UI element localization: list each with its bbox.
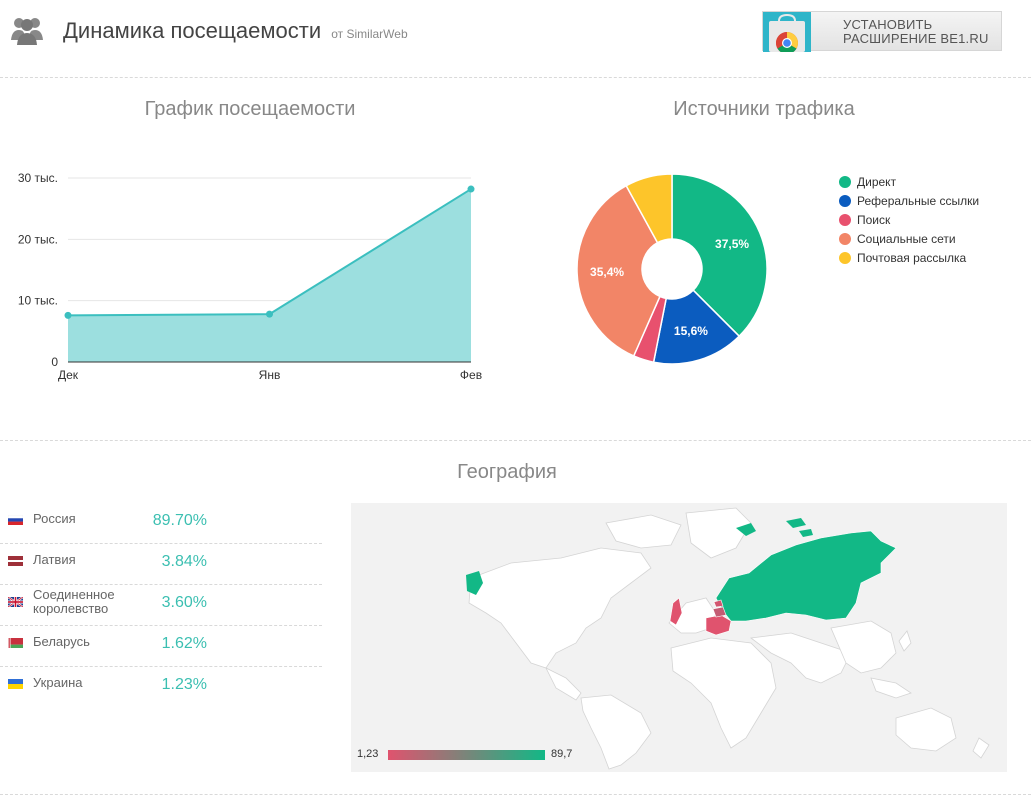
users-icon (11, 18, 43, 45)
scale-min-label: 1,23 (357, 748, 379, 760)
traffic-chart-title: График посещаемости (144, 98, 356, 120)
map-region-russia[interactable] (715, 530, 897, 622)
page-header: Динамика посещаемости от SimilarWeb УСТА… (0, 0, 1031, 70)
data-point[interactable] (467, 185, 475, 193)
scale-max-label: 89,7 (551, 748, 573, 760)
country-name: Украина (33, 675, 83, 690)
pie-slice-label: 35,4% (590, 265, 624, 279)
divider (0, 794, 1031, 795)
flag-uk-icon (8, 597, 23, 607)
country-row: Латвия 3.84% (0, 544, 322, 585)
map-region-ukraine[interactable] (705, 614, 732, 636)
data-point[interactable] (64, 311, 72, 319)
country-list: Россия 89.70% Латвия 3.84% Соединенное к… (0, 503, 322, 708)
flag-ukraine-icon (8, 679, 23, 689)
country-row: Беларусь 1.62% (0, 626, 322, 667)
country-percentage: 89.70% (152, 512, 207, 529)
y-tick-label: 0 (51, 355, 58, 369)
x-tick-label: Фев (460, 368, 482, 382)
divider (0, 77, 1031, 78)
data-point[interactable] (266, 310, 273, 318)
legend-label: Поиск (857, 212, 891, 227)
page-title-source: от SimilarWeb (331, 27, 408, 41)
world-map[interactable]: 1,23 89,7 (351, 503, 1007, 772)
legend-item[interactable]: Поиск (839, 210, 979, 229)
legend-swatch (839, 213, 851, 226)
map-region-latvia[interactable] (713, 599, 724, 608)
legend-label: Социальные сети (857, 231, 956, 246)
install-extension-line2: РАСШИРЕНИЕ BE1.RU (843, 31, 989, 46)
country-percentage: 1.23% (161, 676, 207, 693)
country-name: Соединенное королевство (33, 587, 115, 616)
traffic-area-chart: 0 10 тыс. 20 тыс. 30 тыс. Дек Янв Фев (18, 171, 482, 382)
legend-item[interactable]: Социальные сети (839, 229, 979, 248)
legend-label: Директ (857, 174, 897, 189)
world-map-drawing (466, 507, 990, 770)
country-percentage: 1.62% (161, 635, 207, 652)
country-percentage: 3.60% (161, 594, 207, 611)
country-name: Латвия (33, 552, 76, 567)
country-row: Украина 1.23% (0, 667, 322, 708)
flag-russia-icon (8, 515, 23, 525)
map-color-scale: 1,23 89,7 (357, 746, 587, 764)
country-percentage: 3.84% (161, 553, 207, 570)
pie-slice-label: 37,5% (715, 237, 749, 251)
chrome-webstore-icon (763, 12, 811, 52)
legend-swatch (839, 194, 851, 207)
install-extension-button[interactable]: УСТАНОВИТЬ РАСШИРЕНИЕ BE1.RU (762, 11, 1002, 52)
divider (0, 440, 1031, 441)
legend-item[interactable]: Директ (839, 172, 979, 191)
pie-slice-label: 15,6% (674, 324, 708, 338)
y-tick-label: 10 тыс. (18, 294, 58, 308)
page-title-text: Динамика посещаемости (63, 18, 322, 43)
x-tick-label: Янв (259, 368, 281, 382)
y-tick-label: 30 тыс. (18, 171, 58, 185)
traffic-sources-donut-chart: 37,5% 15,6% 35,4% (576, 173, 768, 365)
country-row: Соединенное королевство 3.60% (0, 585, 322, 626)
flag-latvia-icon (8, 556, 23, 566)
map-land-layer (468, 507, 990, 770)
sources-chart-title: Источники трафика (673, 98, 855, 120)
install-extension-line1: УСТАНОВИТЬ (843, 17, 933, 32)
install-extension-label: УСТАНОВИТЬ РАСШИРЕНИЕ BE1.RU (843, 18, 989, 46)
country-row: Россия 89.70% (0, 503, 322, 544)
area-fill (68, 189, 471, 362)
legend-item[interactable]: Почтовая рассылка (839, 248, 979, 267)
sources-legend: Директ Реферальные ссылки Поиск Социальные … (839, 172, 979, 267)
legend-item[interactable]: Реферальные ссылки (839, 191, 979, 210)
geography-title: География (457, 461, 557, 483)
legend-label: Почтовая рассылка (857, 250, 967, 265)
scale-gradient-bar (388, 750, 545, 760)
legend-swatch (839, 232, 851, 245)
country-name: Россия (33, 511, 76, 526)
legend-swatch (839, 175, 851, 188)
x-tick-label: Дек (58, 368, 79, 382)
y-tick-label: 20 тыс. (18, 232, 58, 246)
page-title: Динамика посещаемости от SimilarWeb (63, 18, 408, 44)
legend-swatch (839, 251, 851, 264)
flag-belarus-icon (8, 638, 23, 648)
legend-label: Реферальные ссылки (857, 193, 980, 208)
country-name: Беларусь (33, 634, 90, 649)
